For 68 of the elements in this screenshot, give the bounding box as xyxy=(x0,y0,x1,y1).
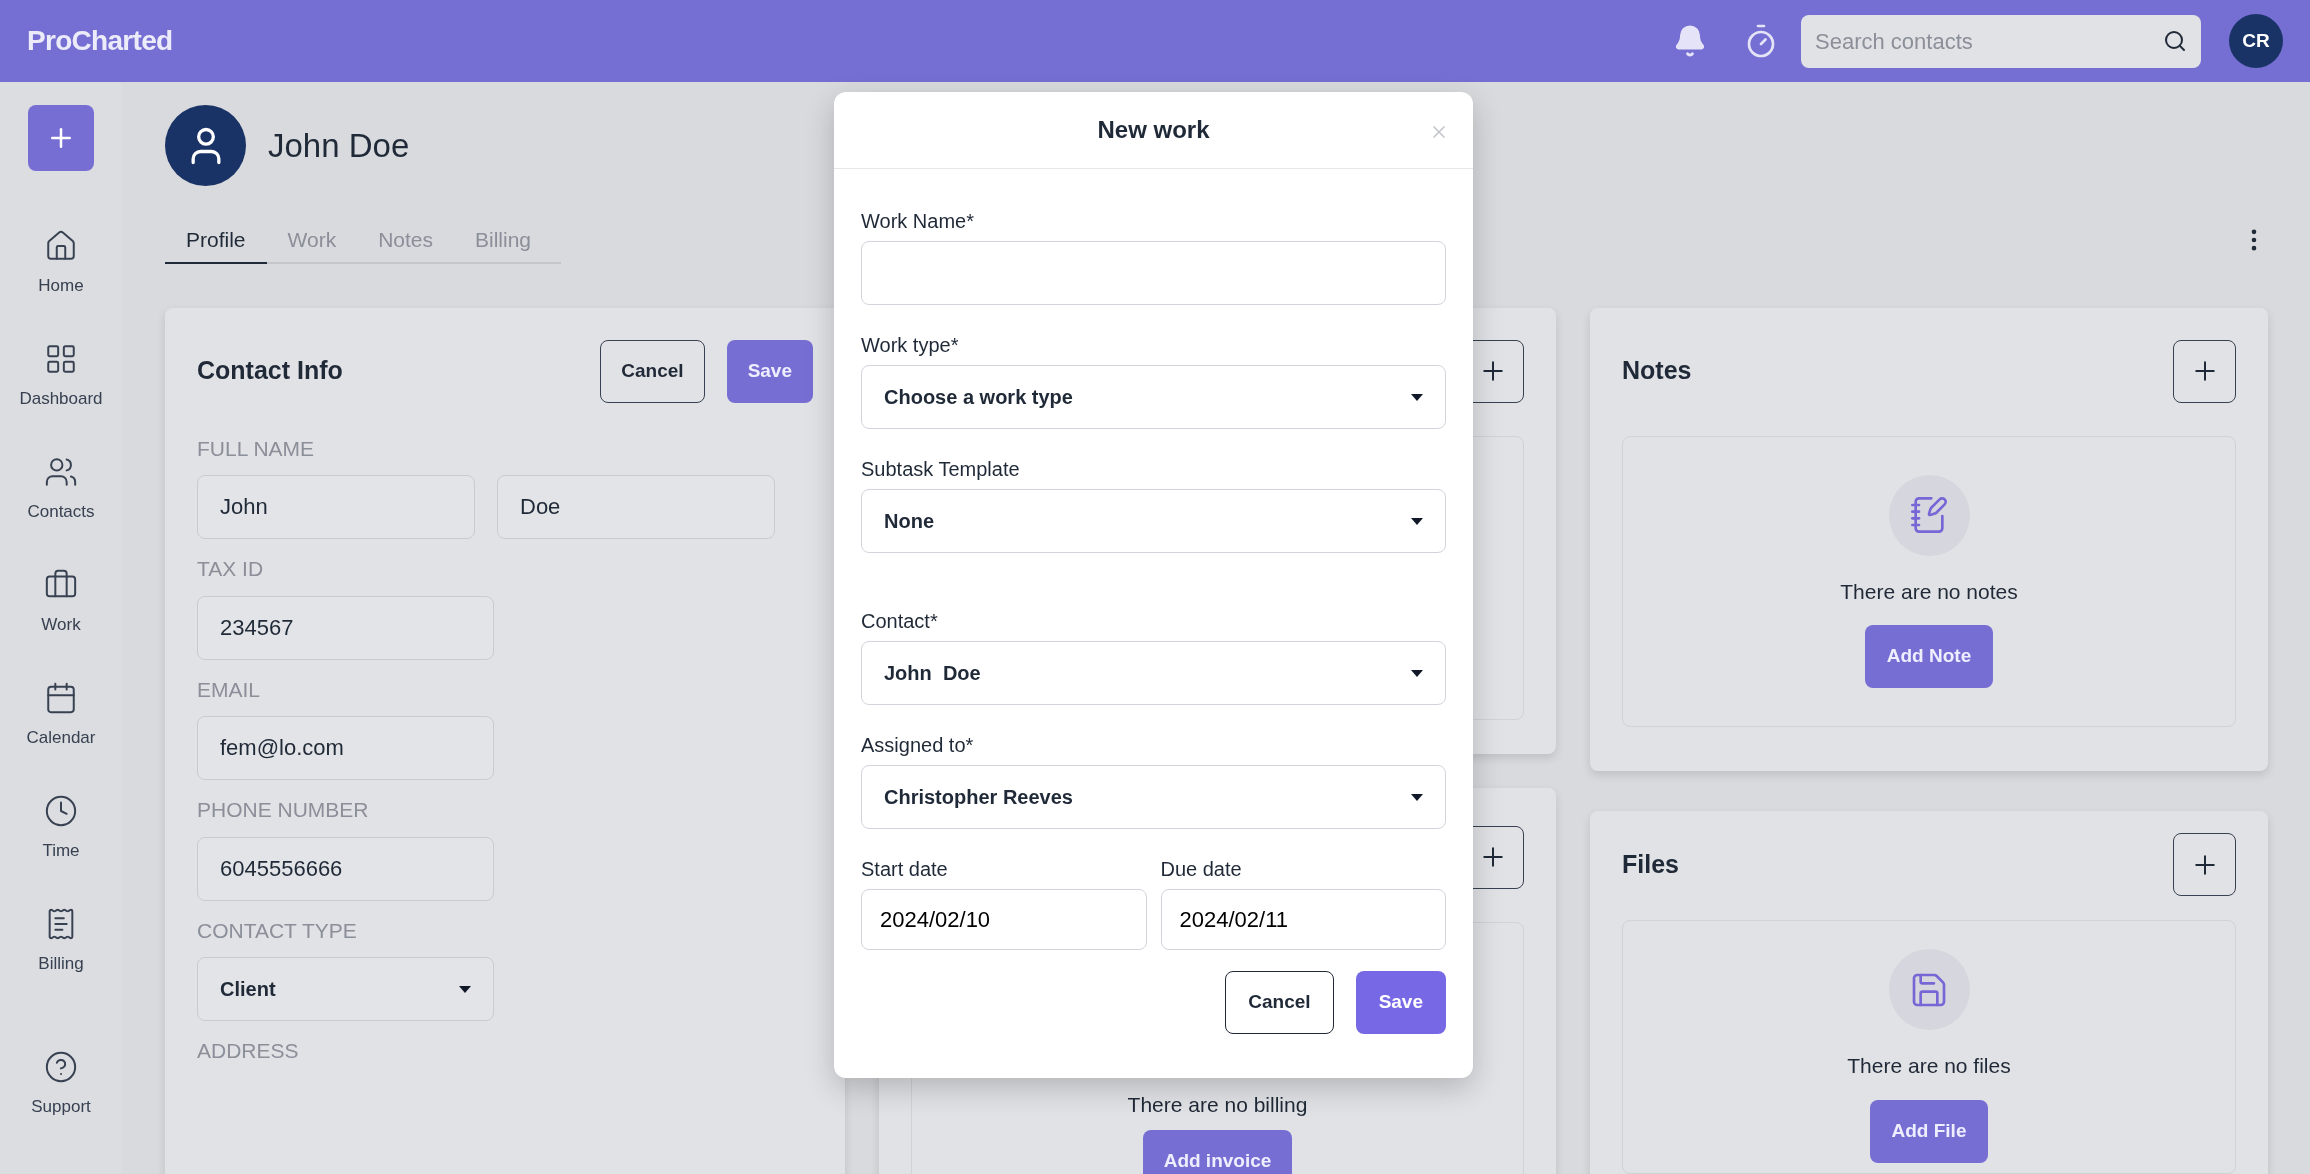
clock-icon xyxy=(44,793,78,828)
save-button[interactable]: Save xyxy=(1355,971,1446,1034)
field-label: Due date xyxy=(1160,857,1243,881)
caret-icon xyxy=(1411,793,1423,801)
add-invoice-button[interactable]: Add invoice xyxy=(1142,1130,1293,1174)
add-item-button[interactable]: Add File xyxy=(1869,1099,1989,1163)
search-field[interactable]: Search contacts xyxy=(1801,14,2201,68)
sidebar-item[interactable]: Billing xyxy=(6,885,116,998)
field-label: Assigned to* xyxy=(861,733,975,757)
field-label: Start date xyxy=(861,857,949,881)
dialog-title: New work xyxy=(1097,115,1210,145)
search-icon xyxy=(2163,29,2187,53)
add-button[interactable] xyxy=(2173,833,2236,896)
date-field[interactable]: 2024/02/10 xyxy=(861,889,1147,950)
notification-bell-icon[interactable] xyxy=(1673,24,1707,58)
select-field[interactable]: Choose a work type xyxy=(861,365,1446,429)
sidebar-item[interactable]: Contacts xyxy=(6,433,116,546)
sidebar-item[interactable]: Dashboard xyxy=(6,320,116,433)
field-label: ADDRESS xyxy=(197,1038,300,1064)
select-field[interactable]: None xyxy=(861,489,1446,553)
sidebar-item[interactable]: Time xyxy=(6,772,116,885)
add-item-button[interactable]: Add Note xyxy=(1864,625,1994,688)
tab[interactable]: Profile xyxy=(165,224,267,264)
caret-icon xyxy=(459,985,471,993)
text-field[interactable]: Doe xyxy=(497,475,775,539)
text-field[interactable]: John xyxy=(197,475,475,539)
field-label: PHONE NUMBER xyxy=(197,797,370,823)
field-label: Subtask Template xyxy=(861,457,1021,481)
field-label: FULL NAME xyxy=(197,435,316,462)
empty-message: There are no notes xyxy=(1840,578,2018,605)
save-button[interactable]: Save xyxy=(726,339,813,403)
field-label: CONTACT TYPE xyxy=(197,917,358,944)
create-button[interactable] xyxy=(28,105,94,171)
select-field[interactable]: Client xyxy=(197,957,494,1021)
home-icon xyxy=(44,228,78,263)
card-title: Notes xyxy=(1622,355,1692,387)
contact-name: John Doe xyxy=(268,125,410,166)
card-title: Contact Info xyxy=(197,355,343,387)
field-label: Work Name* xyxy=(861,209,975,233)
field-label: EMAIL xyxy=(197,676,262,703)
sidebar-item[interactable]: Work xyxy=(6,546,116,659)
caret-icon xyxy=(1411,393,1423,401)
text-field[interactable]: fem@lo.com xyxy=(197,716,494,780)
user-avatar[interactable]: CR xyxy=(2229,14,2283,68)
sidebar-item[interactable]: Calendar xyxy=(6,659,116,772)
help-icon xyxy=(44,1049,78,1084)
cancel-button[interactable]: Cancel xyxy=(1225,971,1334,1034)
add-button[interactable] xyxy=(2173,339,2236,403)
app-logo: ProCharted xyxy=(27,24,173,58)
work-name-field[interactable] xyxy=(861,241,1446,305)
text-field[interactable]: 234567 xyxy=(197,595,494,660)
select-field[interactable]: John Doe xyxy=(861,641,1446,705)
select-field[interactable]: Christopher Reeves xyxy=(861,765,1446,829)
caret-icon xyxy=(1411,669,1423,677)
text-field[interactable]: 6045556666 xyxy=(197,836,494,901)
date-field[interactable]: 2024/02/11 xyxy=(1160,889,1446,950)
cancel-button[interactable]: Cancel xyxy=(600,339,705,403)
calendar-icon xyxy=(44,680,78,715)
sidebar-item[interactable]: Support xyxy=(6,1028,116,1141)
field-label: Contact* xyxy=(861,609,939,633)
empty-message: There are no billing xyxy=(1127,1091,1308,1118)
empty-message: There are no files xyxy=(1847,1053,2011,1079)
field-label: Work type* xyxy=(861,333,960,357)
search-input[interactable]: Search contacts xyxy=(1815,24,2163,58)
field-label: TAX ID xyxy=(197,556,265,582)
card-title: Files xyxy=(1622,848,1679,880)
caret-icon xyxy=(1411,517,1423,525)
sidebar-item[interactable]: Home xyxy=(6,207,116,320)
